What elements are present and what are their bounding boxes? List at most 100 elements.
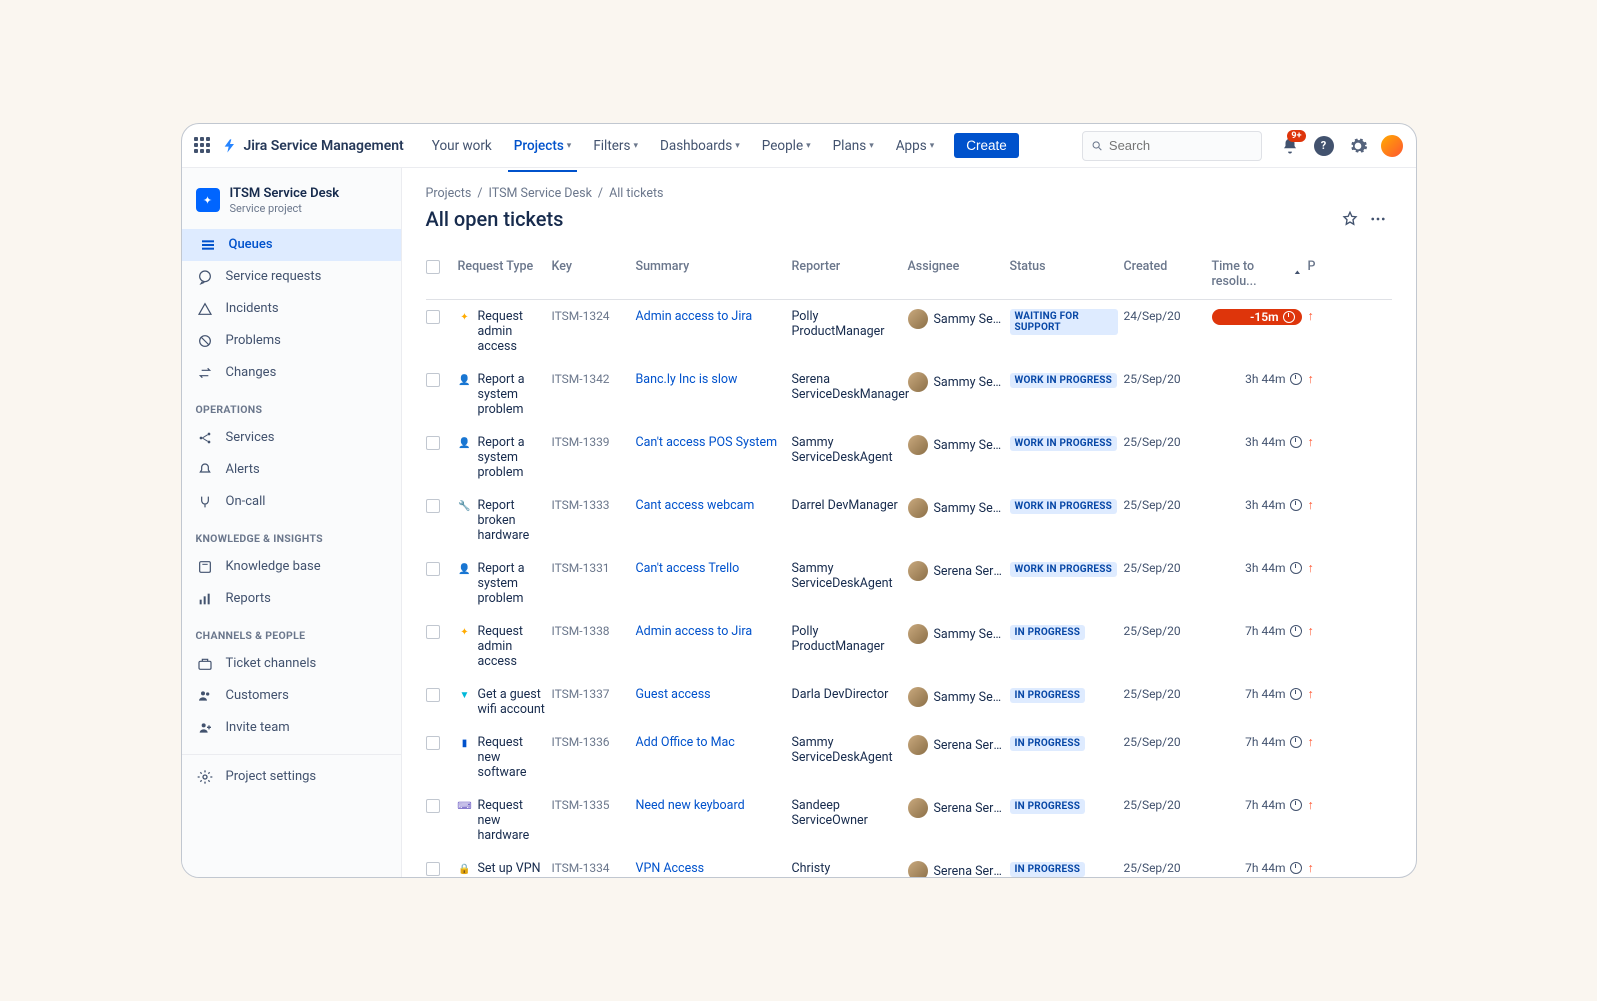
assignee-cell[interactable]: Sammy Servi... [908, 498, 1004, 518]
sidebar-item-problems[interactable]: Problems [182, 325, 401, 357]
column-header[interactable]: Key [552, 259, 630, 274]
column-header[interactable]: Request Type [458, 259, 546, 274]
request-type-cell: 👤Report a system problem [458, 435, 546, 480]
issue-summary[interactable]: VPN Access [636, 861, 786, 876]
sidebar-item-knowledge-base[interactable]: Knowledge base [182, 551, 401, 583]
assignee-cell[interactable]: Serena Servi... [908, 798, 1004, 818]
created-date: 25/Sep/20 [1124, 861, 1206, 875]
create-button[interactable]: Create [954, 133, 1019, 158]
breadcrumb-link[interactable]: ITSM Service Desk [489, 186, 592, 201]
row-checkbox[interactable] [426, 862, 440, 876]
issue-key[interactable]: ITSM-1338 [552, 624, 630, 638]
help-icon[interactable]: ? [1312, 134, 1336, 158]
reporter-cell: Sammy ServiceDeskAgent [792, 435, 902, 465]
issue-summary[interactable]: Can't access Trello [636, 561, 786, 576]
search-input[interactable] [1109, 138, 1253, 153]
assignee-cell[interactable]: Serena Servi... [908, 735, 1004, 755]
settings-gear-icon[interactable] [1346, 134, 1370, 158]
breadcrumb-link[interactable]: All tickets [609, 186, 663, 201]
sidebar-item-on-call[interactable]: On-call [182, 486, 401, 518]
row-checkbox[interactable] [426, 436, 440, 450]
search-box[interactable] [1082, 131, 1262, 161]
reporter-cell: Darla DevDirector [792, 687, 902, 702]
sidebar: ✦ ITSM Service Desk Service project Queu… [182, 168, 402, 877]
issue-summary[interactable]: Need new keyboard [636, 798, 786, 813]
nav-dashboards[interactable]: Dashboards▾ [650, 132, 750, 160]
priority-icon: ↑ [1308, 861, 1326, 876]
sidebar-item-customers[interactable]: Customers [182, 680, 401, 712]
row-checkbox[interactable] [426, 799, 440, 813]
issue-summary[interactable]: Admin access to Jira [636, 309, 786, 324]
column-header[interactable]: Status [1010, 259, 1118, 274]
notification-badge: 9+ [1287, 130, 1305, 142]
issue-key[interactable]: ITSM-1333 [552, 498, 630, 512]
issue-key[interactable]: ITSM-1337 [552, 687, 630, 701]
row-checkbox[interactable] [426, 625, 440, 639]
app-switcher-icon[interactable] [194, 137, 212, 155]
issue-summary[interactable]: Add Office to Mac [636, 735, 786, 750]
row-checkbox[interactable] [426, 310, 440, 324]
assignee-cell[interactable]: Sammy Servi... [908, 309, 1004, 329]
table-row: 👤Report a system problem ITSM-1339 Can't a… [426, 426, 1392, 489]
issue-key[interactable]: ITSM-1334 [552, 861, 630, 875]
issue-summary[interactable]: Cant access webcam [636, 498, 786, 513]
column-header[interactable]: P [1308, 259, 1326, 274]
nav-people[interactable]: People▾ [752, 132, 821, 160]
column-header[interactable]: Reporter [792, 259, 902, 274]
issue-key[interactable]: ITSM-1331 [552, 561, 630, 575]
row-checkbox[interactable] [426, 499, 440, 513]
sidebar-item-queues[interactable]: Queues [182, 229, 401, 261]
column-header[interactable]: Assignee [908, 259, 1004, 274]
sidebar-item-invite-team[interactable]: Invite team [182, 712, 401, 744]
sidebar-item-services[interactable]: Services [182, 422, 401, 454]
assignee-cell[interactable]: Sammy Servi... [908, 624, 1004, 644]
clock-icon [1290, 373, 1302, 385]
issue-summary[interactable]: Banc.ly Inc is slow [636, 372, 786, 387]
issue-key[interactable]: ITSM-1342 [552, 372, 630, 386]
sidebar-item-service-requests[interactable]: Service requests [182, 261, 401, 293]
assignee-cell[interactable]: Sammy Servi... [908, 435, 1004, 455]
nav-projects[interactable]: Projects▾ [504, 132, 582, 160]
issue-summary[interactable]: Can't access POS System [636, 435, 786, 450]
priority-icon: ↑ [1308, 624, 1326, 639]
column-header[interactable]: Time to resolu... [1212, 259, 1302, 289]
reporter-cell: Polly ProductManager [792, 624, 902, 654]
row-checkbox[interactable] [426, 373, 440, 387]
sidebar-item-alerts[interactable]: Alerts [182, 454, 401, 486]
nav-your-work[interactable]: Your work [422, 132, 502, 160]
created-date: 25/Sep/20 [1124, 687, 1206, 701]
issue-summary[interactable]: Admin access to Jira [636, 624, 786, 639]
row-checkbox[interactable] [426, 562, 440, 576]
row-checkbox[interactable] [426, 688, 440, 702]
nav-filters[interactable]: Filters▾ [583, 132, 648, 160]
issue-summary[interactable]: Guest access [636, 687, 786, 702]
assignee-cell[interactable]: Sammy Servi... [908, 372, 1004, 392]
sidebar-item-reports[interactable]: Reports [182, 583, 401, 615]
row-checkbox[interactable] [426, 736, 440, 750]
sidebar-project-settings[interactable]: Project settings [182, 761, 401, 793]
column-header[interactable]: Created [1124, 259, 1206, 274]
swap-icon [196, 364, 214, 382]
priority-icon: ↑ [1308, 498, 1326, 513]
assignee-cell[interactable]: Serena Servi... [908, 561, 1004, 581]
column-header[interactable] [426, 259, 452, 274]
issue-key[interactable]: ITSM-1339 [552, 435, 630, 449]
issue-key[interactable]: ITSM-1335 [552, 798, 630, 812]
sidebar-item-incidents[interactable]: Incidents [182, 293, 401, 325]
issue-key[interactable]: ITSM-1324 [552, 309, 630, 323]
sidebar-item-ticket-channels[interactable]: Ticket channels [182, 648, 401, 680]
project-header[interactable]: ✦ ITSM Service Desk Service project [182, 180, 401, 229]
column-header[interactable]: Summary [636, 259, 786, 274]
more-actions-icon[interactable] [1364, 205, 1392, 233]
nav-plans[interactable]: Plans▾ [823, 132, 884, 160]
sidebar-item-changes[interactable]: Changes [182, 357, 401, 389]
assignee-cell[interactable]: Sammy Servi... [908, 687, 1004, 707]
notification-icon[interactable]: 9+ [1278, 134, 1302, 158]
star-icon[interactable] [1336, 205, 1364, 233]
nav-apps[interactable]: Apps▾ [886, 132, 944, 160]
breadcrumb-link[interactable]: Projects [426, 186, 472, 201]
issue-key[interactable]: ITSM-1336 [552, 735, 630, 749]
product-logo[interactable]: Jira Service Management [222, 138, 404, 154]
profile-avatar[interactable] [1380, 134, 1404, 158]
assignee-cell[interactable]: Serena Servi... [908, 861, 1004, 877]
